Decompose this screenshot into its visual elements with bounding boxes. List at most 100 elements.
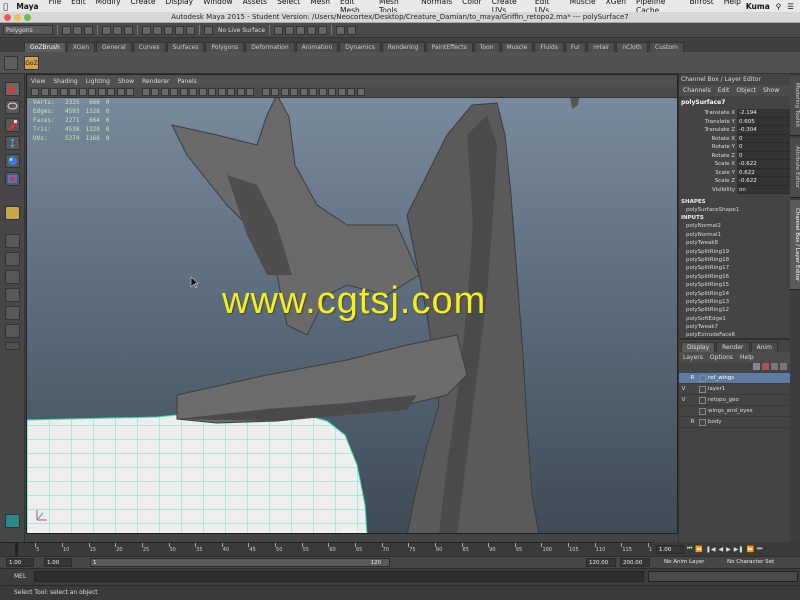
input-node-polysplitring19[interactable]: polySplitRing19 [679,248,790,256]
layer-tab-render[interactable]: Render [716,342,750,352]
shelf-tab-custom[interactable]: Custom [648,42,684,52]
channel-value[interactable]: -0.622 [737,160,790,169]
panel-toggle-icon[interactable] [347,25,357,35]
select-object-icon[interactable] [113,25,122,35]
new-layer-selected-icon[interactable] [762,363,769,370]
new-scene-icon[interactable] [62,25,71,35]
shelf-tab-muscle[interactable]: Muscle [500,42,534,52]
viewport-tool-icon[interactable] [208,88,216,96]
channel-rotate-x[interactable]: Rotate X0 [679,134,790,143]
layer-color-swatch[interactable] [699,385,706,393]
select-tool-icon[interactable] [5,82,20,96]
shape-node[interactable]: polySurfaceShape1 [679,206,790,214]
input-node-polytweak7[interactable]: polyTweak7 [679,323,790,331]
magnet-icon[interactable] [204,25,213,35]
input-node-polytweak8[interactable]: polyTweak8 [679,239,790,247]
viewport-tool-icon[interactable] [299,88,308,96]
shelf-tab-curves[interactable]: Curves [132,42,166,52]
viewport-tool-icon[interactable] [236,88,245,96]
layer-tab-display[interactable]: Display [681,342,716,352]
go-to-start-icon[interactable]: ⏮ [687,545,692,553]
select-component-icon[interactable] [124,25,133,35]
viewport-tool-icon[interactable] [88,88,96,96]
shelf-tab-polygons[interactable]: Polygons [205,42,245,52]
viewport-tool-icon[interactable] [217,88,226,96]
character-set-selector[interactable]: No Character Set [725,558,800,567]
viewport-menu-renderer[interactable]: Renderer [142,78,169,85]
object-name[interactable]: polySurface7 [679,96,790,109]
channel-value[interactable]: -2.194 [737,109,790,118]
layout-graph-icon[interactable] [5,324,20,338]
layer-menu-options[interactable]: Options [710,354,733,361]
channel-value[interactable]: -0.622 [737,177,790,186]
layer-visibility-toggle[interactable]: V [679,386,688,392]
shelf-tab-deformation[interactable]: Deformation [245,42,295,52]
viewport-tool-icon[interactable] [337,88,346,96]
snap-curve-icon[interactable] [153,25,162,35]
channel-translate-x[interactable]: Translate X -2.194 [679,109,790,118]
layer-row-layer1[interactable]: Vlayer1 [679,384,791,395]
input-node-polysplitring17[interactable]: polySplitRing17 [679,264,790,272]
layout-outliner-icon[interactable] [5,306,20,320]
shelf-tab-surfaces[interactable]: Surfaces [166,42,205,52]
viewport[interactable]: View Shading Lighting Show Renderer Panels Ve… [26,74,678,534]
step-forward-icon[interactable]: ⏩ [746,546,753,553]
viewport-tool-icon[interactable] [126,88,134,96]
viewport-tool-icon[interactable] [78,88,87,96]
viewport-tool-icon[interactable] [198,88,207,96]
viewport-tool-icon[interactable] [309,88,317,96]
channel-rotate-z[interactable]: Rotate Z0 [679,151,790,160]
viewport-tool-icon[interactable] [227,88,235,96]
shelf-options-icon[interactable] [4,56,18,70]
layer-up-icon[interactable] [771,363,778,370]
range-bar[interactable]: 1 120 [90,558,390,567]
live-surface-label[interactable]: No Live Surface [218,27,265,34]
render-view-icon[interactable] [285,25,295,35]
render-settings-icon[interactable] [318,25,328,35]
play-back-icon[interactable]: ◀ [719,546,724,553]
gozbrush-icon[interactable]: GoZ [24,56,39,70]
viewport-tool-icon[interactable] [170,88,178,96]
shelf-tab-gozbrush[interactable]: GoZBrush [24,42,66,52]
playback-start-field[interactable]: 1.00 [44,558,72,567]
lasso-tool-icon[interactable] [5,100,20,114]
ipr-render-icon[interactable] [307,25,317,35]
layer-visibility-toggle[interactable]: V [679,397,688,403]
viewport-tool-icon[interactable] [97,88,106,96]
viewport-tool-icon[interactable] [160,88,169,96]
input-node-polysplitring13[interactable]: polySplitRing13 [679,298,790,306]
start-time-field[interactable]: 1.00 [6,558,34,567]
user-name[interactable]: Kuma [746,2,770,11]
viewport-tool-icon[interactable] [141,88,150,96]
mel-input[interactable] [34,571,644,582]
viewport-tool-icon[interactable] [151,88,159,96]
mode-selector[interactable]: Polygons [3,25,53,35]
shelf-tab-fluids[interactable]: Fluids [534,42,564,52]
layout-side-icon[interactable] [5,270,20,284]
shelf-tab-general[interactable]: General [96,42,132,52]
snap-surface-icon[interactable] [186,25,195,35]
layout-single-icon[interactable] [5,234,20,248]
layer-down-icon[interactable] [780,363,787,370]
viewport-tool-icon[interactable] [59,88,68,96]
viewport-menu-view[interactable]: View [31,78,45,85]
channel-value[interactable]: -0.304 [737,126,790,135]
channel-value[interactable]: 0 [737,151,790,160]
search-icon[interactable]: ⚲ [776,2,782,11]
viewport-tool-icon[interactable] [69,88,77,96]
input-node-polysplitring12[interactable]: polySplitRing12 [679,306,790,314]
playback-end-field[interactable]: 120.00 [586,558,616,567]
viewport-tool-icon[interactable] [328,88,336,96]
snap-plane-icon[interactable] [175,25,184,35]
side-tab-modeling-toolkit[interactable]: Modeling Toolkit [790,76,800,136]
step-back-key-icon[interactable]: ❚◀ [706,546,716,553]
minimize-icon[interactable] [14,14,21,21]
viewport-tool-icon[interactable] [271,88,279,96]
layer-menu-layers[interactable]: Layers [683,354,703,361]
anim-layer-selector[interactable]: No Anim Layer [662,558,720,567]
channel-menu-channels[interactable]: Channels [683,87,711,94]
close-icon[interactable] [4,14,11,21]
scale-tool-icon[interactable] [5,172,20,186]
channel-value[interactable]: 0.605 [737,117,790,126]
shelf-tab-ncloth[interactable]: nCloth [616,42,648,52]
